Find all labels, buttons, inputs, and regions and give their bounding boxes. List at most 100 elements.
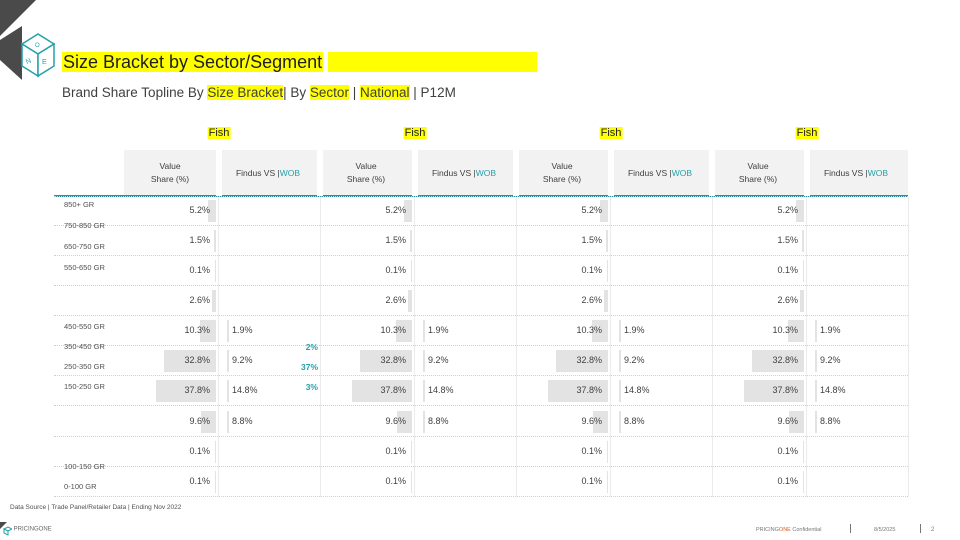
footer-divider — [850, 524, 851, 533]
value-share-label: 9.6% — [777, 416, 798, 426]
value-share-label: 0.1% — [189, 476, 210, 486]
conf-one: ONE — [778, 527, 791, 533]
subtitle-sector: Sector — [309, 85, 349, 100]
row-label: 100-150 GR — [64, 462, 105, 471]
header-findus-text: Findus VS | — [823, 167, 868, 178]
value-share-bar — [605, 230, 608, 252]
value-share-label: 1.5% — [385, 235, 406, 245]
value-share-bar — [411, 441, 412, 463]
value-share-bar — [411, 471, 412, 493]
header-wob-text: WOB — [475, 167, 497, 178]
header-value-share: Value Share (%) — [542, 161, 582, 184]
findus-index-bar — [619, 350, 621, 372]
pricing-one-logo: N E O — [0, 0, 56, 80]
findus-index-bar — [619, 411, 621, 433]
value-share-bar — [799, 290, 804, 312]
value-share-label: 0.1% — [189, 446, 210, 456]
findus-index-label: 1.9% — [428, 325, 449, 335]
row-divider — [54, 345, 908, 346]
highlight-share-value: 3% — [305, 382, 318, 392]
header-findus-text: Findus VS | — [627, 167, 672, 178]
findus-index-label: 9.2% — [428, 355, 449, 365]
value-share-label: 9.6% — [189, 416, 210, 426]
row-divider — [54, 225, 908, 226]
title-main: Size Bracket by Sector/Segment — [62, 52, 324, 72]
findus-index-label: 8.8% — [820, 416, 841, 426]
value-share-label: 1.5% — [777, 235, 798, 245]
row-divider — [54, 255, 908, 256]
data-source-footnote: Data Source | Trade Panel/Retailer Data … — [10, 504, 182, 511]
value-share-label: 10.3% — [576, 325, 602, 335]
header-findus-vs-wob: Findus VS | WOB — [222, 150, 314, 196]
findus-index-bar — [227, 411, 229, 433]
value-share-label: 5.2% — [189, 205, 210, 215]
header-findus-text: Findus VS | — [235, 167, 280, 178]
header-wob-text: WOB — [671, 167, 693, 178]
subtitle-prefix: Brand Share Topline By — [62, 85, 204, 100]
value-share-label: 0.1% — [189, 265, 210, 275]
svg-text:O: O — [35, 43, 40, 49]
value-share-label: 10.3% — [380, 325, 406, 335]
column-divider — [712, 197, 713, 497]
subtitle-size-bracket: Size Bracket — [207, 85, 284, 100]
subtitle-suffix: | P12M — [413, 85, 456, 100]
findus-index-bar — [423, 380, 425, 402]
value-share-label: 2.6% — [385, 295, 406, 305]
value-share-bar — [211, 290, 216, 312]
findus-index-label: 9.2% — [232, 355, 253, 365]
page-title: Size Bracket by Sector/Segment (Replace … — [62, 52, 537, 73]
value-share-label: 32.8% — [380, 355, 406, 365]
row-label: 650-750 GR — [64, 242, 105, 251]
column-divider — [218, 197, 219, 497]
subtitle-national: National — [360, 85, 410, 100]
value-share-label: 5.2% — [385, 205, 406, 215]
value-share-bar — [215, 471, 216, 493]
row-label: 750-850 GR — [64, 221, 105, 230]
findus-index-bar — [423, 320, 425, 342]
value-share-label: 5.2% — [581, 205, 602, 215]
findus-index-label: 9.2% — [624, 355, 645, 365]
findus-index-label: 8.8% — [624, 416, 645, 426]
value-share-label: 32.8% — [576, 355, 602, 365]
value-share-label: 1.5% — [189, 235, 210, 245]
column-divider — [414, 197, 415, 497]
value-share-bar — [409, 230, 412, 252]
value-share-bar — [213, 230, 216, 252]
value-share-label: 0.1% — [581, 265, 602, 275]
value-share-bar — [803, 471, 804, 493]
sector-label: Fish — [795, 127, 819, 139]
findus-index-bar — [815, 350, 817, 372]
value-share-label: 0.1% — [581, 446, 602, 456]
findus-index-bar — [815, 320, 817, 342]
value-share-label: 37.8% — [576, 385, 602, 395]
header-findus-vs-wob: Findus VS | WOB — [614, 150, 706, 196]
findus-index-label: 8.8% — [428, 416, 449, 426]
value-share-label: 37.8% — [380, 385, 406, 395]
header-wob-text: WOB — [279, 167, 301, 178]
value-share-label: 0.1% — [385, 265, 406, 275]
findus-index-label: 1.9% — [624, 325, 645, 335]
conf-rest: Confidential — [790, 527, 822, 533]
value-share-label: 5.2% — [777, 205, 798, 215]
header-findus-text: Findus VS | — [431, 167, 476, 178]
value-share-bar — [803, 441, 804, 463]
row-label: 850+ GR — [64, 200, 95, 209]
value-share-label: 2.6% — [777, 295, 798, 305]
header-findus-vs-wob: Findus VS | WOB — [418, 150, 510, 196]
value-share-label: 10.3% — [772, 325, 798, 335]
column-divider — [806, 197, 807, 497]
value-share-label: 37.8% — [184, 385, 210, 395]
svg-text:E: E — [42, 59, 47, 66]
sector-label: Fish — [599, 127, 623, 139]
footer-date: 8/5/2025 — [874, 527, 896, 533]
value-share-bar — [411, 260, 412, 282]
findus-index-bar — [227, 380, 229, 402]
value-share-label: 1.5% — [581, 235, 602, 245]
value-share-label: 0.1% — [385, 476, 406, 486]
row-divider — [54, 496, 908, 497]
row-label: 550-650 GR — [64, 263, 105, 272]
row-label: 450-550 GR — [64, 322, 105, 331]
page-subtitle: Brand Share Topline By Size Bracket| By … — [62, 85, 456, 100]
subtitle-pipe: | — [352, 85, 357, 100]
footer-divider — [920, 524, 921, 533]
